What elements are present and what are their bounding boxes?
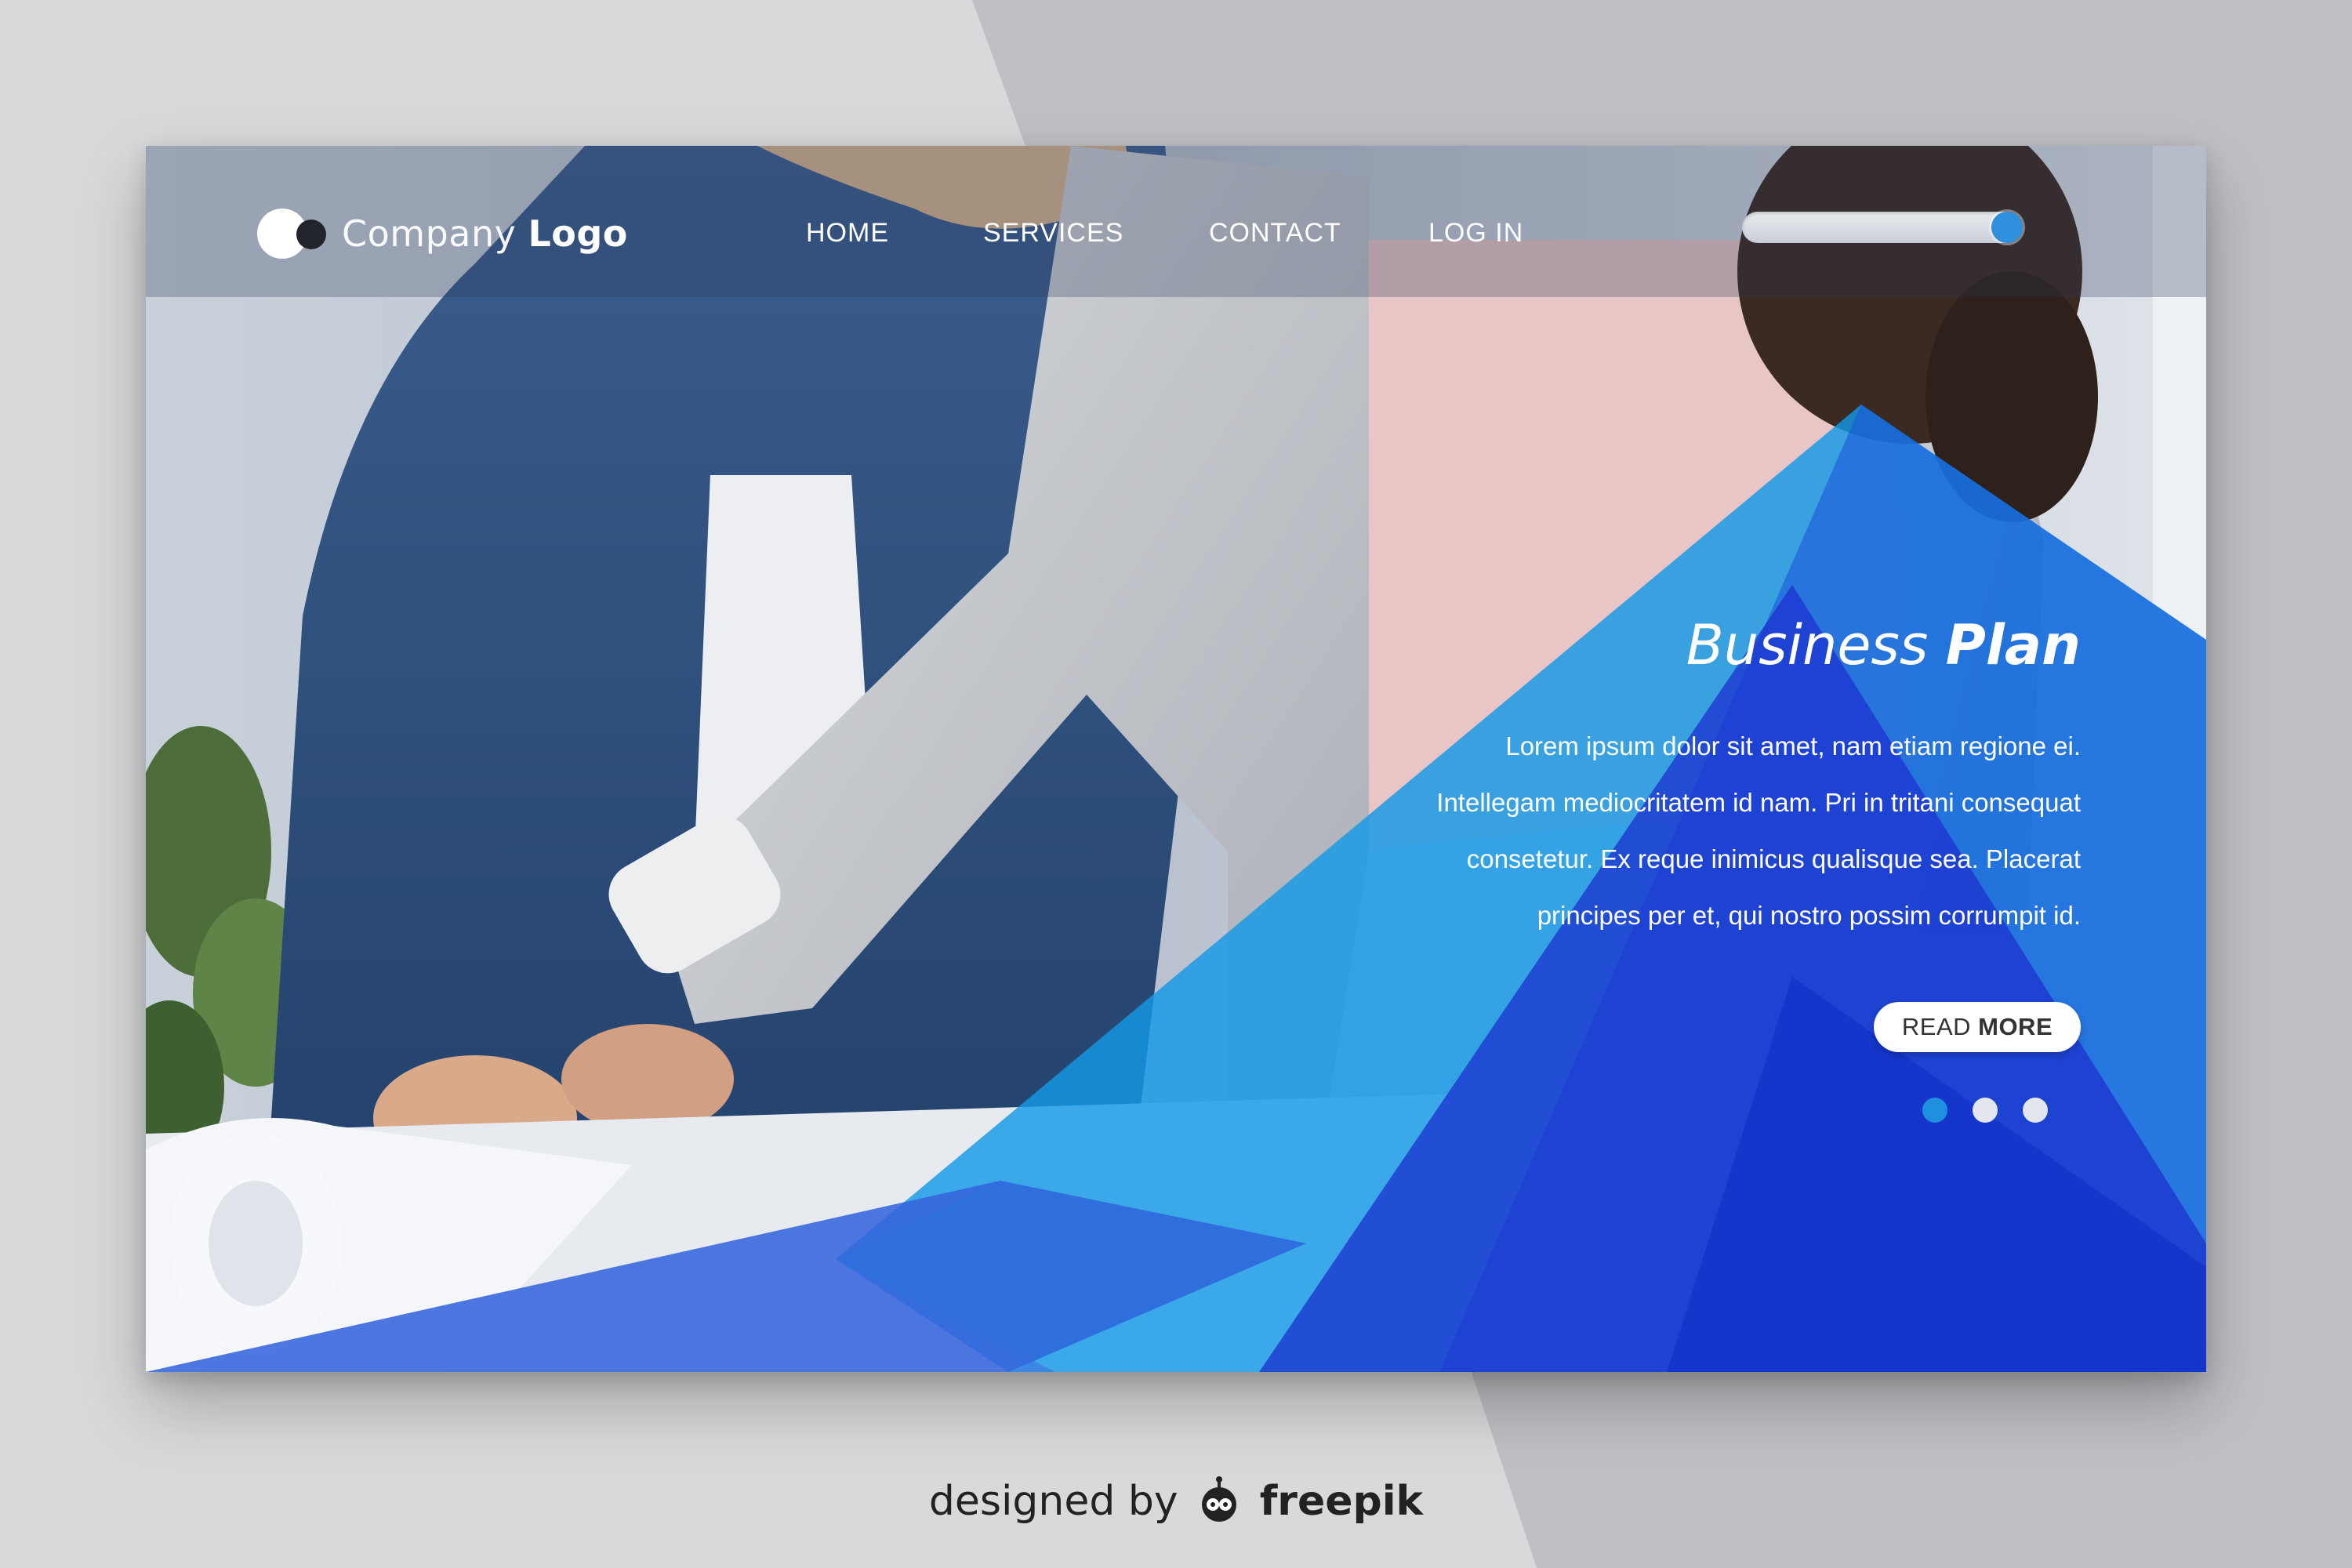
nav-services[interactable]: SERVICES: [983, 218, 1123, 249]
search-button[interactable]: [1991, 212, 2023, 243]
slider-dots: [1922, 1098, 2048, 1123]
credit-brand[interactable]: freepik: [1260, 1478, 1423, 1525]
hero-title-bold: Plan: [1945, 613, 2081, 677]
hero-title-light: Business: [1686, 613, 1946, 677]
hero-description-line: principes per et, qui nostro possim corr…: [1537, 901, 2081, 930]
freepik-robot-icon: [1201, 1476, 1236, 1522]
slider-dot-3[interactable]: [2023, 1098, 2048, 1123]
read-more-label-light: READ: [1901, 1013, 1979, 1040]
read-more-label-bold: MORE: [1978, 1013, 2053, 1040]
credit-prefix: designed by: [928, 1478, 1178, 1525]
slider-dot-1[interactable]: [1922, 1098, 1947, 1123]
hero-description-line: Intellegam mediocritatem id nam. Pri in …: [1436, 788, 2081, 817]
hero-description-line: Lorem ipsum dolor sit amet, nam etiam re…: [1505, 731, 2081, 760]
nav-login[interactable]: LOG IN: [1428, 218, 1523, 249]
hero-title: Business Plan: [1686, 613, 2081, 677]
hero-description: Lorem ipsum dolor sit amet, nam etiam re…: [1297, 718, 2081, 944]
search-bar[interactable]: [1742, 212, 2023, 243]
credit-line: designed by freepik: [0, 1466, 2352, 1537]
hero-description-line: consetetur. Ex reque inimicus qualisque …: [1466, 844, 2081, 873]
slider-dot-2[interactable]: [1973, 1098, 1998, 1123]
nav-contact[interactable]: CONTACT: [1209, 218, 1341, 249]
nav-home[interactable]: HOME: [806, 218, 889, 249]
hero-card: Company Logo HOME SERVICES CONTACT LOG I…: [146, 146, 2206, 1372]
read-more-button[interactable]: READ MORE: [1874, 1002, 2081, 1052]
